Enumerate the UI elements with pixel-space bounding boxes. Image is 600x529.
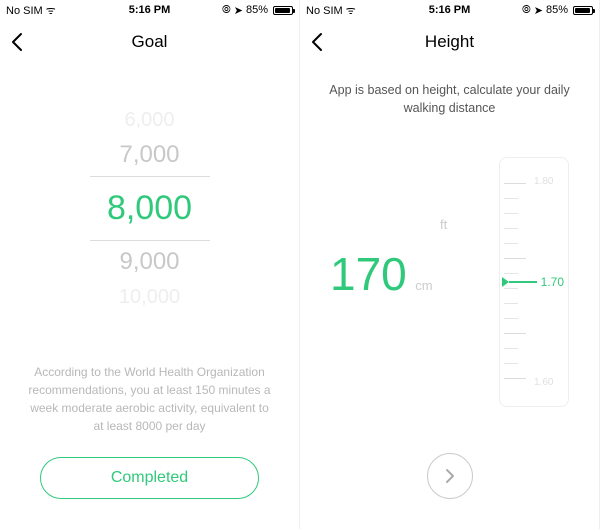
battery-percent: 85% — [546, 4, 568, 16]
ruler-bottom-label: 1.60 — [534, 377, 553, 388]
picker-option[interactable]: 9,000 — [119, 243, 179, 281]
alarm-icon: ⦾ — [522, 4, 531, 17]
goal-description: According to the World Health Organizati… — [0, 363, 299, 435]
wifi-icon: ᯤ — [346, 5, 356, 17]
ruler-current-value: 1.70 — [541, 275, 564, 289]
height-ruler[interactable]: 1.80 1.60 1.70 — [499, 157, 569, 407]
height-value: 170 — [330, 247, 407, 301]
next-button[interactable] — [427, 453, 473, 499]
clock: 5:16 PM — [102, 4, 198, 16]
battery-icon — [573, 6, 593, 15]
unit-cm-label[interactable]: cm — [415, 278, 432, 293]
height-body: ft 170 cm 1.80 1.60 — [300, 157, 599, 407]
back-button[interactable] — [10, 32, 24, 52]
clock: 5:16 PM — [402, 4, 498, 16]
location-icon: ➤ — [534, 4, 543, 17]
picker-selected[interactable]: 8,000 — [90, 176, 210, 240]
page-title: Goal — [132, 32, 168, 52]
height-screen: No SIM ᯤ 5:16 PM ⦾ ➤ 85% Height App is b… — [300, 0, 600, 529]
chevron-right-icon — [441, 467, 459, 485]
picker-option[interactable]: 7,000 — [119, 136, 179, 174]
ruler-top-label: 1.80 — [534, 176, 553, 187]
pointer-arrow-icon — [502, 277, 509, 287]
back-button[interactable] — [310, 32, 324, 52]
picker-option[interactable]: 6,000 — [124, 104, 174, 136]
goal-picker[interactable]: 6,000 7,000 8,000 9,000 10,000 — [0, 104, 299, 313]
goal-screen: No SIM ᯤ 5:16 PM ⦾ ➤ 85% Goal 6,000 7,00… — [0, 0, 300, 529]
page-title: Height — [425, 32, 474, 52]
sim-status: No SIM — [6, 5, 43, 17]
status-bar: No SIM ᯤ 5:16 PM ⦾ ➤ 85% — [300, 0, 599, 20]
height-value-block: ft 170 cm — [330, 247, 433, 301]
alarm-icon: ⦾ — [222, 4, 231, 17]
picker-option[interactable]: 10,000 — [119, 281, 180, 313]
battery-percent: 85% — [246, 4, 268, 16]
status-bar: No SIM ᯤ 5:16 PM ⦾ ➤ 85% — [0, 0, 299, 20]
unit-ft-label[interactable]: ft — [440, 217, 447, 232]
ruler-pointer[interactable]: 1.70 — [502, 275, 564, 289]
nav-bar: Height — [300, 20, 599, 64]
location-icon: ➤ — [234, 4, 243, 17]
wifi-icon: ᯤ — [46, 5, 56, 17]
sim-status: No SIM — [306, 5, 343, 17]
battery-icon — [273, 6, 293, 15]
height-description: App is based on height, calculate your d… — [300, 82, 599, 117]
pointer-line — [509, 281, 537, 283]
completed-button[interactable]: Completed — [40, 457, 259, 499]
nav-bar: Goal — [0, 20, 299, 64]
